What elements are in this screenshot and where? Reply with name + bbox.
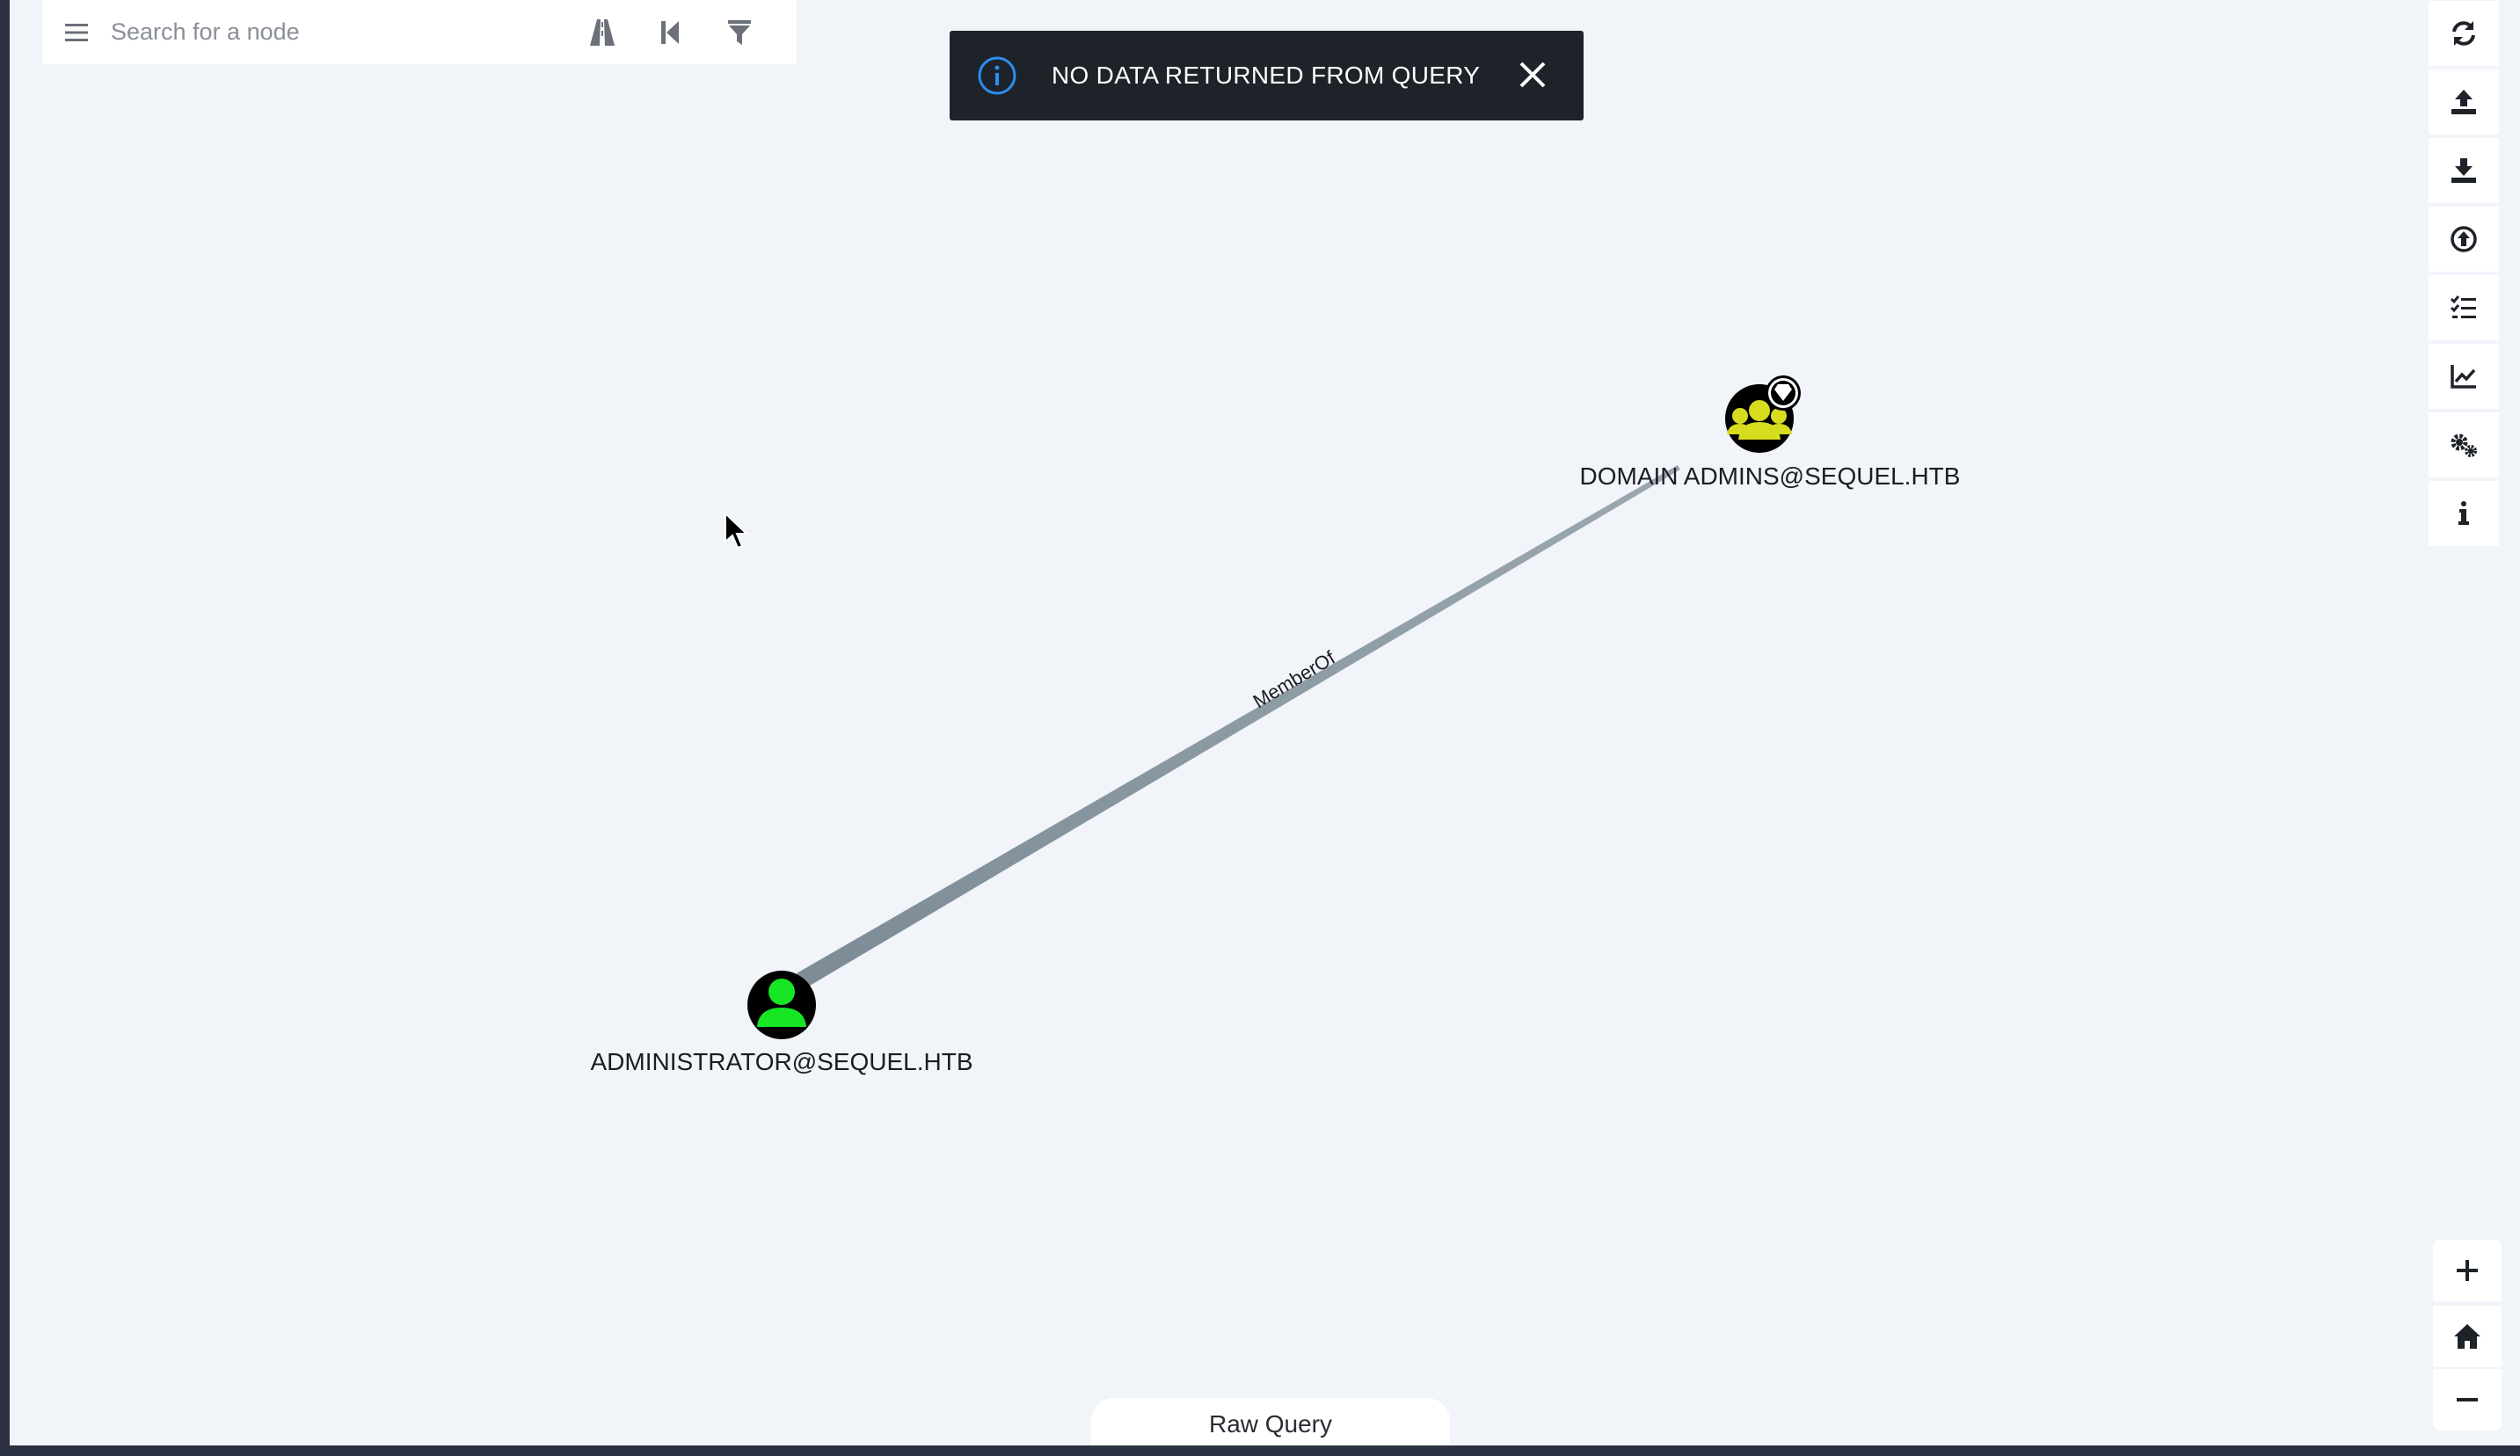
graph-canvas[interactable]: MemberOf DOMAIN ADMINS@SEQUEL.HTB ADMINI…: [10, 0, 2520, 1445]
toast-message: NO DATA RETURNED FROM QUERY: [1052, 62, 1481, 89]
high-value-diamond-icon: [1766, 375, 1801, 411]
zoom-in-button[interactable]: [2433, 1240, 2502, 1301]
notification-toast: NO DATA RETURNED FROM QUERY: [950, 31, 1584, 120]
tasks-icon: [2450, 295, 2476, 318]
menu-button[interactable]: [42, 0, 111, 64]
mouse-cursor-icon: [725, 512, 749, 550]
node-administrator[interactable]: [747, 971, 816, 1039]
home-icon: [2454, 1324, 2480, 1349]
filter-button[interactable]: [705, 0, 774, 64]
search-input[interactable]: [111, 5, 568, 59]
node-label-administrator: ADMINISTRATOR@SEQUEL.HTB: [590, 1048, 973, 1075]
chart-icon: [2451, 365, 2476, 389]
node-label-domain-admins: DOMAIN ADMINS@SEQUEL.HTB: [1579, 462, 1961, 490]
reset-view-button[interactable]: [2433, 1306, 2502, 1367]
download-icon: [2451, 158, 2476, 183]
refresh-button[interactable]: [2429, 1, 2499, 66]
settings-button[interactable]: [2429, 412, 2499, 477]
hamburger-icon: [65, 23, 88, 41]
settings-icon: [2451, 433, 2477, 457]
upload-icon: [2451, 90, 2476, 114]
road-icon: [590, 18, 615, 46]
info-icon: [2458, 501, 2469, 525]
queries-button[interactable]: [2429, 275, 2499, 340]
refresh-icon: [2452, 21, 2475, 46]
back-button[interactable]: [637, 0, 705, 64]
close-icon: [1519, 62, 1546, 88]
pathfinding-button[interactable]: [568, 0, 637, 64]
step-backward-icon: [661, 20, 679, 44]
zoom-in-icon: [2457, 1260, 2478, 1281]
upload-button[interactable]: [2429, 69, 2499, 135]
raw-query-toggle[interactable]: Raw Query: [1091, 1398, 1450, 1445]
toast-close-button[interactable]: [1511, 54, 1554, 96]
zoom-out-icon: [2457, 1398, 2478, 1401]
search-bar: [42, 0, 797, 64]
arrow-up-circle-icon: [2451, 226, 2477, 252]
about-button[interactable]: [2429, 481, 2499, 546]
info-circle-icon: [975, 54, 1019, 98]
edge-memberof[interactable]: [797, 465, 1680, 988]
import-button[interactable]: [2429, 207, 2499, 272]
filter-icon: [728, 19, 751, 45]
export-button[interactable]: [2429, 138, 2499, 203]
zoom-out-button[interactable]: [2433, 1369, 2502, 1431]
database-info-button[interactable]: [2429, 344, 2499, 409]
graph-svg: MemberOf: [747, 375, 1801, 1039]
